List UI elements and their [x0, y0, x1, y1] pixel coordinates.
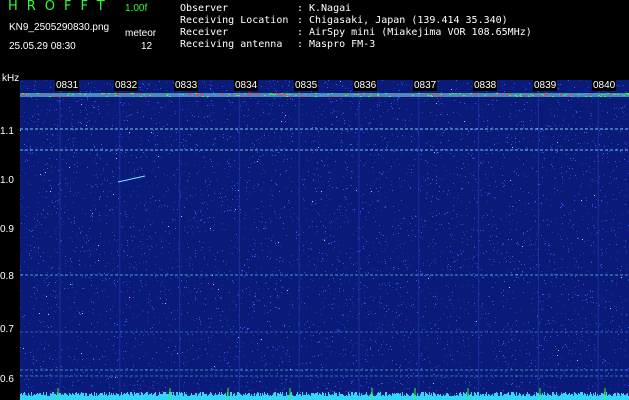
time-label-0838: 0838: [473, 80, 498, 91]
antenna-key: Receiving antenna: [180, 39, 283, 50]
time-label-0839: 0839: [533, 80, 558, 91]
datetime-label: 25.05.29 08:30: [9, 41, 76, 52]
receiver-key: Receiver: [180, 27, 229, 38]
version-label: 1.00f: [125, 3, 148, 14]
time-label-0836: 0836: [353, 80, 378, 91]
count-label: 12: [141, 41, 153, 52]
location-value: Chigasaki, Japan (139.414 35.340): [309, 15, 508, 26]
y-tick-0-7: 0.7: [0, 324, 14, 335]
y-tick-1-0: 1.0: [0, 175, 14, 186]
frequency-axis: 1.1 1.0 0.9 0.8 0.7 0.6: [0, 74, 20, 400]
location-colon: :: [297, 15, 304, 26]
location-key: Receiving Location: [180, 15, 289, 26]
y-tick-0-8: 0.8: [0, 271, 14, 282]
y-tick-0-6: 0.6: [0, 374, 14, 385]
observer-value: K.Nagai: [309, 3, 352, 14]
time-label-0840: 0840: [592, 80, 617, 91]
receiver-colon: :: [297, 27, 304, 38]
receiver-value: AirSpy mini (Miakejima VOR 108.65MHz): [309, 27, 532, 38]
time-label-0835: 0835: [294, 80, 319, 91]
khz-unit-label: kHz: [2, 73, 20, 84]
filename-label: KN9_2505290830.png: [9, 22, 110, 33]
observer-colon: :: [297, 3, 304, 14]
spectrogram-canvas: [20, 80, 629, 400]
spectrogram-plot[interactable]: [20, 80, 629, 400]
y-tick-1-1: 1.1: [0, 126, 14, 137]
time-label-0832: 0832: [114, 80, 139, 91]
antenna-colon: :: [297, 39, 304, 50]
time-label-0837: 0837: [413, 80, 438, 91]
y-tick-0-9: 0.9: [0, 224, 14, 235]
app-title: HROFFT: [8, 0, 114, 14]
observer-key: Observer: [180, 3, 229, 14]
time-label-0831: 0831: [55, 80, 80, 91]
time-label-0834: 0834: [234, 80, 259, 91]
header-panel: HROFFT 1.00f KN9_2505290830.png meteor 2…: [0, 0, 629, 74]
antenna-value: Maspro FM-3: [309, 39, 376, 50]
time-label-0833: 0833: [174, 80, 199, 91]
unit-label: meteor: [125, 28, 157, 39]
